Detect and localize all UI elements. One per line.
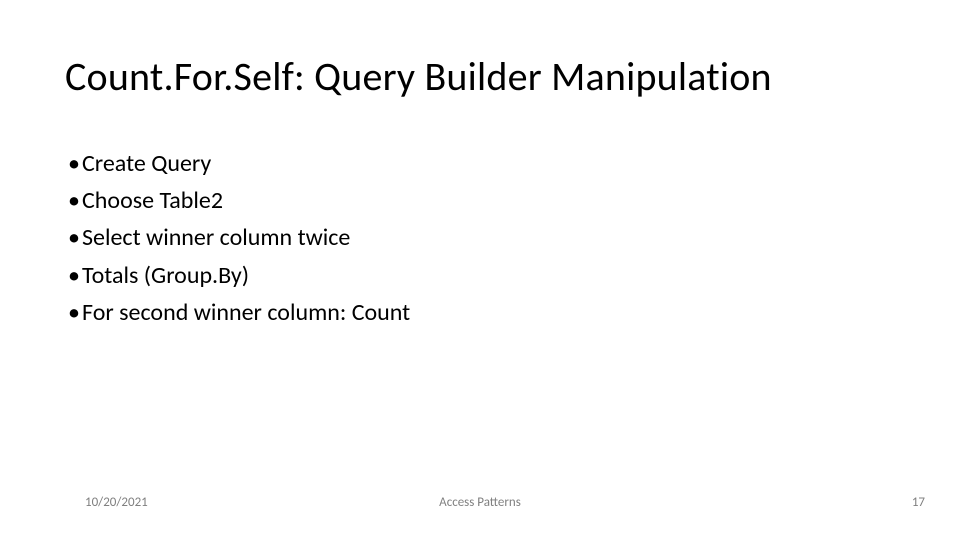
bullet-text: For second winner column: Count <box>82 298 410 327</box>
list-item: •For second winner column: Count <box>68 294 410 331</box>
bullet-icon: • <box>68 219 82 256</box>
bullet-text: Create Query <box>82 149 211 178</box>
footer-title: Access Patterns <box>0 495 960 510</box>
bullet-text: Choose Table2 <box>82 186 223 215</box>
bullet-text: Select winner column twice <box>82 223 350 252</box>
bullet-icon: • <box>68 294 82 331</box>
bullet-icon: • <box>68 257 82 294</box>
bullet-list: •Create Query •Choose Table2 •Select win… <box>68 145 410 331</box>
footer-page-number: 17 <box>912 495 925 510</box>
bullet-text: Totals (Group.By) <box>82 261 249 290</box>
slide: Count.For.Self: Query Builder Manipulati… <box>0 0 960 540</box>
list-item: •Select winner column twice <box>68 219 410 256</box>
bullet-icon: • <box>68 182 82 219</box>
list-item: •Totals (Group.By) <box>68 257 410 294</box>
bullet-icon: • <box>68 145 82 182</box>
list-item: •Create Query <box>68 145 410 182</box>
list-item: •Choose Table2 <box>68 182 410 219</box>
slide-footer: 10/20/2021 Access Patterns 17 <box>0 490 960 510</box>
slide-title: Count.For.Self: Query Builder Manipulati… <box>65 55 772 99</box>
